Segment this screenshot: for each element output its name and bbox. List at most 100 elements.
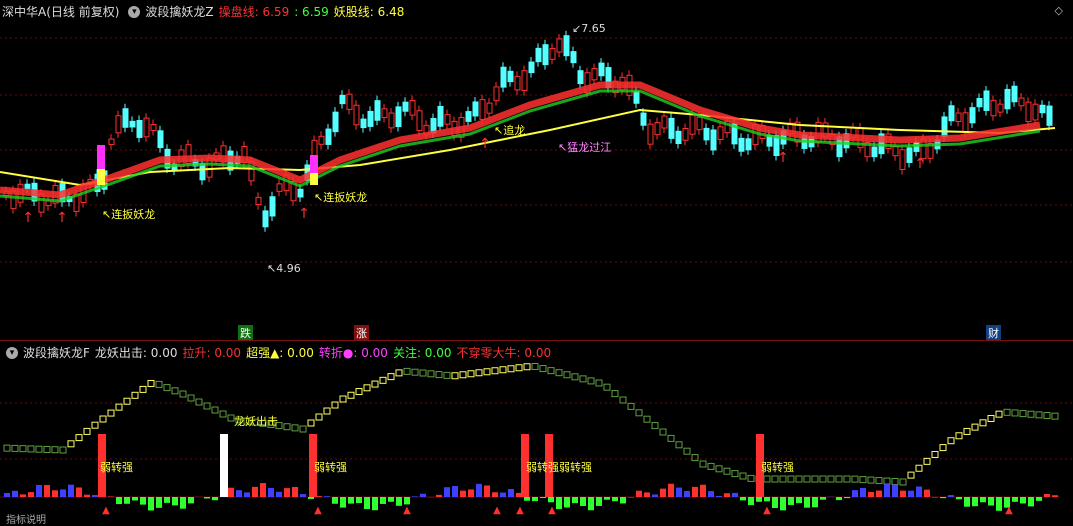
histogram-bar bbox=[660, 489, 666, 497]
dropdown-circle-icon[interactable]: ▾ bbox=[6, 347, 18, 359]
histogram-bar bbox=[1044, 494, 1050, 497]
triangle-marker: ▲ bbox=[1005, 505, 1013, 516]
candle-body bbox=[361, 119, 366, 128]
histogram-bar bbox=[700, 485, 706, 497]
candle-body bbox=[648, 124, 653, 144]
label-operating-line: 操盘线: 6.59 bbox=[219, 2, 290, 22]
histogram-bar bbox=[236, 490, 242, 497]
annotation-zhuilong: ↖追龙 bbox=[492, 122, 527, 138]
histogram-bar bbox=[140, 497, 146, 505]
candle-body bbox=[382, 109, 387, 118]
oscillator-point bbox=[340, 396, 346, 402]
candle-body bbox=[900, 150, 905, 170]
sub-indicator-values: 龙妖出击: 0.00拉升: 0.00超强▲: 0.00转折●: 0.00关注: … bbox=[95, 343, 556, 363]
candle-body bbox=[333, 112, 338, 131]
oscillator-point bbox=[60, 447, 66, 453]
oscillator-point bbox=[836, 476, 842, 482]
signal-bar-yellow bbox=[97, 169, 105, 185]
triangle-marker: ▲ bbox=[516, 505, 524, 516]
candle-body bbox=[557, 39, 562, 52]
histogram-bar bbox=[500, 493, 506, 497]
oscillator-point bbox=[156, 381, 162, 387]
oscillator-point bbox=[692, 455, 698, 461]
stock-title: 深中华A(日线 前复权) bbox=[2, 2, 119, 22]
histogram-bar bbox=[732, 493, 738, 497]
sub-indicator-panel[interactable]: ▲▲▲▲▲▲▲▲ ▾ 波段擒妖龙F 龙妖出击: 0.00拉升: 0.00超强▲:… bbox=[0, 340, 1073, 524]
histogram-bar bbox=[676, 488, 682, 497]
histogram-bar bbox=[348, 497, 354, 504]
oscillator-point bbox=[500, 367, 506, 373]
oscillator-point bbox=[748, 475, 754, 481]
candle-body bbox=[662, 116, 667, 128]
histogram-bar bbox=[452, 486, 458, 497]
oscillator-point bbox=[548, 368, 554, 374]
red-band bbox=[0, 85, 1040, 195]
histogram-bar bbox=[244, 492, 250, 497]
candle-body bbox=[872, 147, 877, 157]
histogram-bar bbox=[164, 497, 170, 503]
oscillator-point bbox=[212, 407, 218, 413]
candle-body bbox=[571, 52, 576, 63]
oscillator-point bbox=[116, 404, 122, 410]
main-header: 深中华A(日线 前复权) ▾ 波段擒妖龙Z 操盘线: 6.59 : 6.59 妖… bbox=[2, 2, 409, 22]
histogram-bar bbox=[876, 491, 882, 497]
candle-body bbox=[1047, 106, 1052, 125]
histogram-bar bbox=[604, 497, 610, 500]
oscillator-point bbox=[892, 479, 898, 485]
oscillator-point bbox=[868, 477, 874, 483]
candle-body bbox=[319, 136, 324, 144]
candle-body bbox=[669, 118, 674, 138]
candle-body bbox=[592, 69, 597, 80]
candle-body bbox=[1040, 105, 1045, 112]
oscillator-point bbox=[812, 476, 818, 482]
oscillator-point bbox=[1036, 412, 1042, 418]
histogram-bar bbox=[308, 497, 314, 499]
oscillator-point bbox=[988, 415, 994, 421]
triangle-marker: ▲ bbox=[493, 505, 501, 516]
oscillator-point bbox=[148, 380, 154, 386]
indicator-chart[interactable]: ▲▲▲▲▲▲▲▲ bbox=[0, 341, 1073, 524]
diamond-up-icon[interactable]: ◇ bbox=[1055, 4, 1063, 17]
signal-bar-magenta bbox=[310, 155, 318, 173]
histogram-bar bbox=[972, 497, 978, 506]
oscillator-point bbox=[596, 380, 602, 386]
histogram-bar bbox=[988, 497, 994, 506]
candle-body bbox=[907, 148, 912, 163]
marker-die: 跌 bbox=[238, 325, 253, 341]
oscillator-point bbox=[828, 476, 834, 482]
bottom-caption: 指标说明 bbox=[4, 511, 48, 526]
oscillator-point bbox=[52, 447, 58, 453]
sub-value-3: 转折●: 0.00 bbox=[319, 346, 388, 360]
sub-value-5: 不穿零大牛: 0.00 bbox=[457, 346, 552, 360]
signal-column bbox=[220, 434, 228, 497]
high-price-label: ↙7.65 bbox=[570, 22, 608, 35]
histogram-bar bbox=[852, 490, 858, 497]
oscillator-point bbox=[956, 433, 962, 439]
oscillator-point bbox=[876, 478, 882, 484]
oscillator-point bbox=[700, 461, 706, 467]
histogram-bar bbox=[396, 497, 402, 506]
oscillator-point bbox=[68, 441, 74, 447]
annotation-ruozhuanqiang-2: 弱转强 bbox=[312, 459, 349, 475]
oscillator-point bbox=[460, 372, 466, 378]
candle-body bbox=[501, 67, 506, 87]
annotation-ruozhuanqiang-5: 弱转强 bbox=[759, 459, 796, 475]
oscillator-point bbox=[668, 435, 674, 441]
oscillator-point bbox=[684, 448, 690, 454]
candlestick-chart[interactable]: ↑↑↑↑↑↑ bbox=[0, 0, 1073, 340]
annotation-menglong: ↖猛龙过江 bbox=[556, 139, 613, 155]
annotation-ruozhuanqiang-4: 弱转强 bbox=[557, 459, 594, 475]
main-chart-panel[interactable]: ↑↑↑↑↑↑ 深中华A(日线 前复权) ▾ 波段擒妖龙Z 操盘线: 6.59 :… bbox=[0, 0, 1073, 340]
triangle-marker: ▲ bbox=[403, 505, 411, 516]
up-arrow: ↑ bbox=[22, 210, 34, 226]
oscillator-point bbox=[708, 463, 714, 469]
histogram-bar bbox=[76, 487, 82, 497]
dropdown-circle-icon[interactable]: ▾ bbox=[128, 6, 140, 18]
annotation-lianban-2: ↖连扳妖龙 bbox=[312, 189, 369, 205]
histogram-bar bbox=[284, 488, 290, 497]
candle-body bbox=[676, 131, 681, 143]
histogram-bar bbox=[540, 497, 546, 498]
histogram-bar bbox=[1012, 497, 1018, 502]
oscillator-point bbox=[852, 476, 858, 482]
candle-body bbox=[25, 184, 30, 188]
